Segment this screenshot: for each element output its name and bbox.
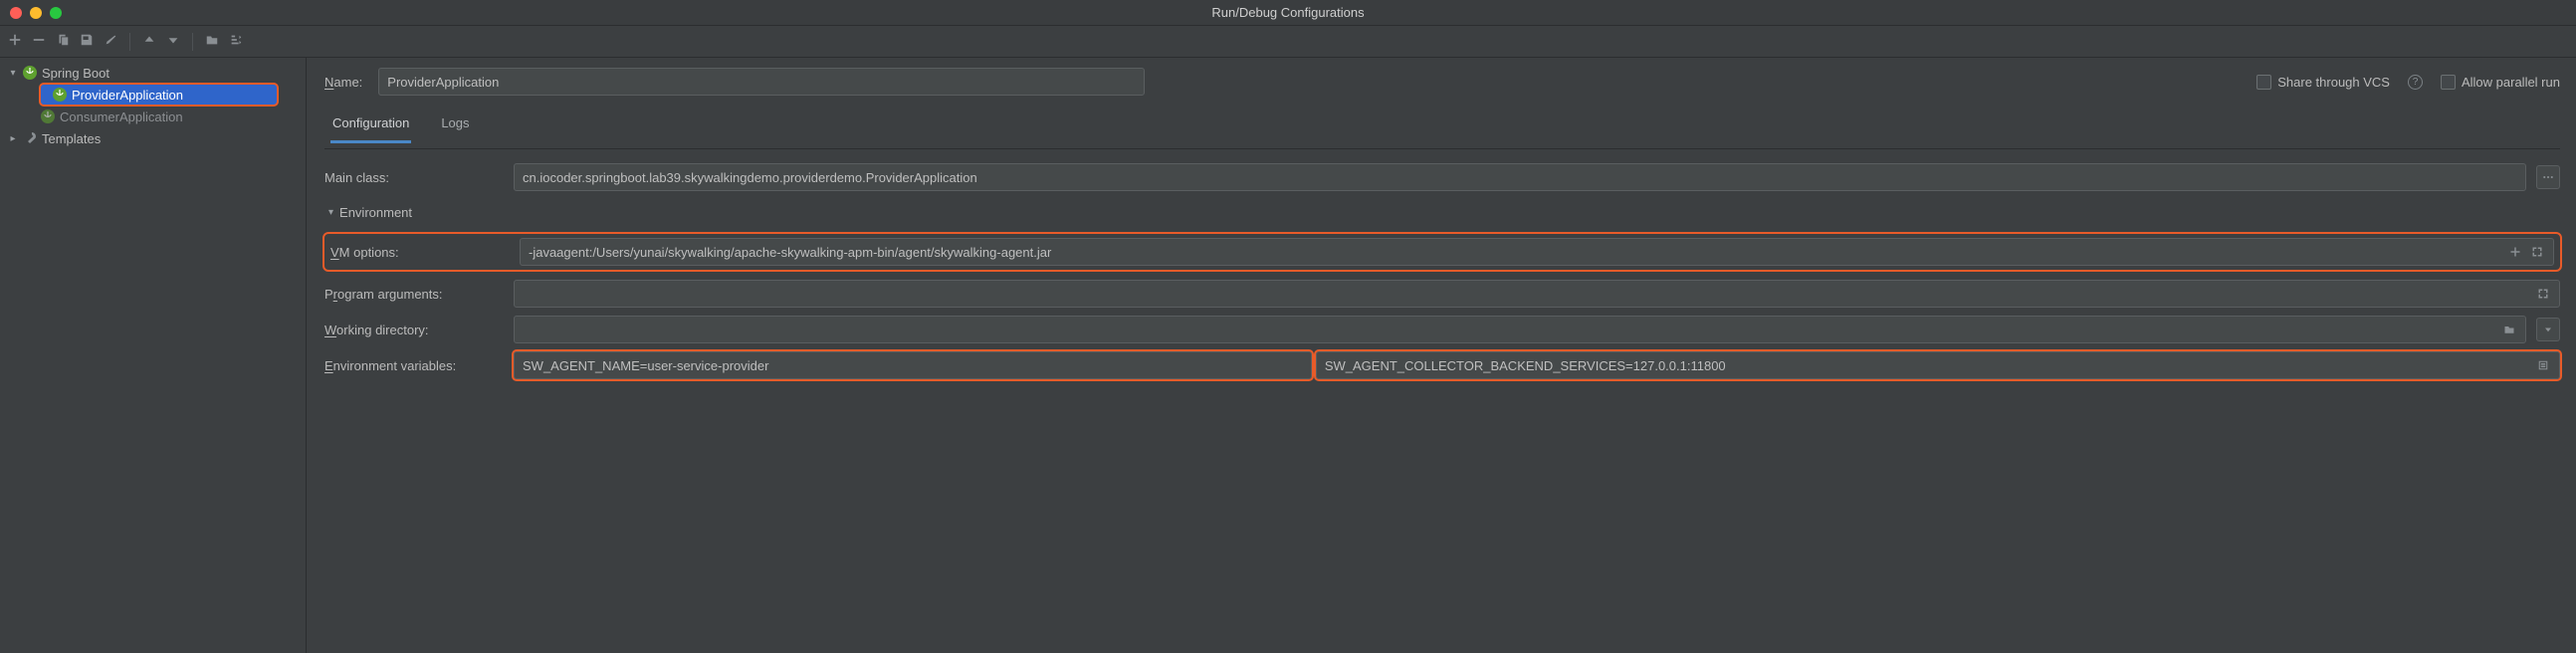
expand-chevron-icon: ▾ [8, 68, 18, 79]
settings-config-icon[interactable] [104, 33, 117, 50]
tree-item-label: ProviderApplication [72, 88, 183, 103]
expand-field-icon[interactable] [2529, 244, 2545, 260]
insert-macro-icon[interactable] [2507, 244, 2523, 260]
env-var-a[interactable]: SW_AGENT_NAME=user-service-provider [514, 351, 1312, 379]
tab-configuration[interactable]: Configuration [330, 109, 411, 143]
move-up-icon[interactable] [142, 33, 156, 50]
main-class-row: Main class: cn.iocoder.springboot.lab39.… [324, 163, 2560, 191]
add-config-icon[interactable] [8, 33, 22, 50]
env-vars-row: Environment variables: SW_AGENT_NAME=use… [324, 351, 2560, 379]
tree-node-templates[interactable]: ▸ Templates [0, 127, 306, 149]
spring-boot-icon [52, 87, 68, 103]
zoom-window-dot[interactable] [50, 7, 62, 19]
tree-item-label: ConsumerApplication [60, 109, 183, 124]
expand-field-icon[interactable] [2535, 286, 2551, 302]
main-class-value: cn.iocoder.springboot.lab39.skywalkingde… [523, 170, 977, 185]
config-panel: Name: Share through VCS ? Allow parallel… [307, 58, 2576, 653]
main-class-label: Main class: [324, 170, 504, 185]
remove-config-icon[interactable] [32, 33, 46, 50]
window-traffic-lights [10, 7, 62, 19]
edit-env-vars-icon[interactable] [2535, 357, 2551, 373]
toolbar-separator [129, 33, 130, 51]
tree-label: Templates [42, 131, 101, 146]
minimize-window-dot[interactable] [30, 7, 42, 19]
config-toolbar [0, 26, 2576, 58]
program-args-row: Program arguments: [324, 280, 2560, 308]
tree-node-springboot[interactable]: ▾ Spring Boot [0, 62, 306, 84]
env-var-b[interactable]: SW_AGENT_COLLECTOR_BACKEND_SERVICES=127.… [1316, 351, 2560, 379]
vm-options-value: -javaagent:/Users/yunai/skywalking/apach… [529, 245, 1051, 260]
right-checks: Share through VCS ? Allow parallel run [2256, 75, 2560, 90]
browse-main-class-button[interactable] [2536, 165, 2560, 189]
browse-folder-icon[interactable] [2501, 322, 2517, 337]
vm-options-label: VM options: [330, 245, 510, 260]
window-title: Run/Debug Configurations [0, 5, 2576, 20]
share-vcs-checkbox[interactable]: Share through VCS [2256, 75, 2390, 90]
tree-label: Spring Boot [42, 66, 109, 81]
copy-config-icon[interactable] [56, 33, 70, 50]
wrench-icon [22, 130, 38, 146]
working-dir-label: Working directory: [324, 323, 504, 337]
working-dir-row: Working directory: [324, 316, 2560, 343]
environment-section-header[interactable]: ▾ Environment [328, 205, 2560, 220]
env-vars-label: Environment variables: [324, 358, 504, 373]
titlebar: Run/Debug Configurations [0, 0, 2576, 26]
working-dir-dropdown-button[interactable] [2536, 318, 2560, 341]
collapse-chevron-icon: ▾ [328, 207, 333, 218]
name-input-field[interactable] [387, 75, 1136, 90]
folder-icon[interactable] [205, 33, 219, 50]
save-config-icon[interactable] [80, 33, 94, 50]
move-down-icon[interactable] [166, 33, 180, 50]
toolbar-separator [192, 33, 193, 51]
vm-options-input[interactable]: -javaagent:/Users/yunai/skywalking/apach… [520, 238, 2554, 266]
working-dir-input[interactable] [514, 316, 2526, 343]
help-icon[interactable]: ? [2408, 75, 2423, 90]
env-var-a-value: SW_AGENT_NAME=user-service-provider [523, 358, 768, 373]
program-args-input[interactable] [514, 280, 2560, 308]
share-label-tail: hare through VCS [2286, 75, 2390, 90]
sort-icon[interactable] [229, 33, 243, 50]
program-args-label: Program arguments: [324, 287, 504, 302]
env-vars-input[interactable]: SW_AGENT_NAME=user-service-provider SW_A… [514, 351, 2560, 379]
spring-boot-icon [40, 109, 56, 124]
name-row: Name: Share through VCS ? Allow parallel… [324, 68, 2560, 96]
spring-boot-icon [22, 65, 38, 81]
tabs: Configuration Logs [324, 109, 2560, 143]
name-input[interactable] [378, 68, 1145, 96]
tree-item-provider-app[interactable]: ProviderApplication [40, 84, 278, 106]
name-label: Name: [324, 75, 362, 90]
expand-chevron-icon: ▸ [8, 133, 18, 144]
env-var-b-value: SW_AGENT_COLLECTOR_BACKEND_SERVICES=127.… [1325, 358, 1726, 373]
tree-item-consumer-app[interactable]: ConsumerApplication [0, 106, 306, 127]
tab-logs[interactable]: Logs [439, 109, 471, 143]
tabs-underline [324, 148, 2560, 149]
main-class-input[interactable]: cn.iocoder.springboot.lab39.skywalkingde… [514, 163, 2526, 191]
vm-options-row: VM options: -javaagent:/Users/yunai/skyw… [324, 234, 2560, 270]
close-window-dot[interactable] [10, 7, 22, 19]
allow-parallel-checkbox[interactable]: Allow parallel run [2441, 75, 2560, 90]
config-sidebar: ▾ Spring Boot ProviderApplication Consum… [0, 58, 307, 653]
